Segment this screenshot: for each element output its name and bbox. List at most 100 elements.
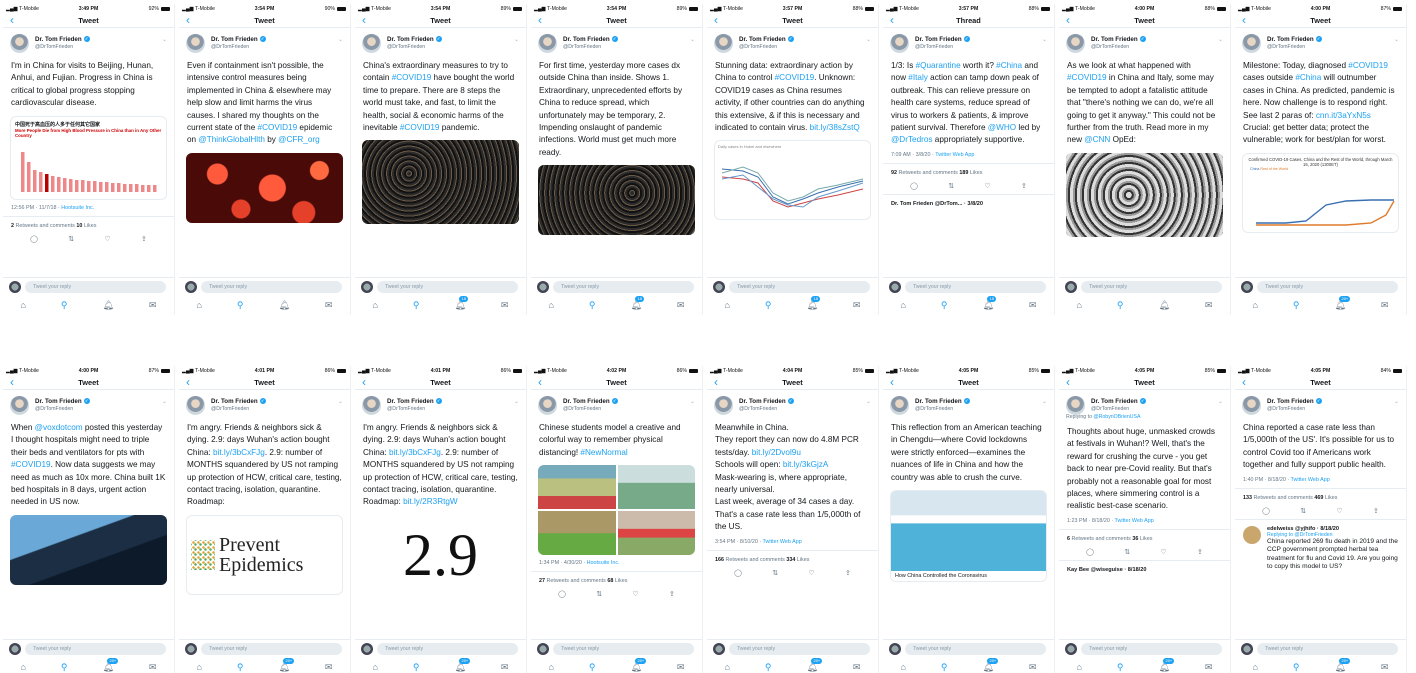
bell-icon[interactable]: 🔔︎ 15 bbox=[982, 295, 996, 311]
tweet-author[interactable]: Dr. Tom Frieden ✓ @DrTomFrieden ⌄ bbox=[179, 390, 350, 418]
like-icon[interactable]: ♡ bbox=[104, 235, 110, 243]
tweet-author[interactable]: Dr. Tom Frieden ✓ @DrTomFrieden ⌄ bbox=[883, 390, 1054, 418]
bell-icon[interactable]: 🔔︎ 20+ bbox=[454, 657, 471, 673]
link[interactable]: #COVID19 bbox=[400, 123, 440, 132]
bell-icon[interactable]: 🔔︎ 20+ bbox=[102, 657, 119, 673]
avatar[interactable] bbox=[10, 396, 29, 415]
chevron-down-icon[interactable]: ⌄ bbox=[690, 36, 695, 43]
like-icon[interactable]: ♡ bbox=[808, 569, 814, 577]
search-icon[interactable]: ⚲ bbox=[61, 662, 68, 673]
avatar[interactable] bbox=[1066, 396, 1085, 415]
share-icon[interactable]: ⇪ bbox=[141, 235, 147, 243]
link[interactable]: @voxdotcom bbox=[35, 423, 83, 432]
mail-icon[interactable]: ✉ bbox=[1029, 662, 1037, 673]
author-name[interactable]: Dr. Tom Frieden ✓ bbox=[1091, 398, 1146, 405]
retweet-icon[interactable]: ⇅ bbox=[68, 235, 74, 243]
tweet-stats[interactable]: 6 Retweets and comments 36 Likes bbox=[1059, 528, 1230, 542]
chevron-down-icon[interactable]: ⌄ bbox=[1218, 36, 1223, 43]
author-name[interactable]: Dr. Tom Frieden ✓ bbox=[915, 36, 970, 43]
home-icon[interactable]: ⌂ bbox=[900, 300, 905, 310]
bell-icon[interactable]: 🔔︎ 20+ bbox=[806, 657, 823, 673]
retweet-icon[interactable]: ⇅ bbox=[596, 590, 602, 598]
source-link[interactable]: Twitter Web App bbox=[1115, 518, 1154, 524]
tweet-author[interactable]: Dr. Tom Frieden ✓ @DrTomFrieden ⌄ bbox=[1235, 28, 1406, 56]
chevron-down-icon[interactable]: ⌄ bbox=[866, 36, 871, 43]
tweet-author[interactable]: Dr. Tom Frieden ✓ @DrTomFrieden ⌄ bbox=[531, 28, 702, 56]
link[interactable]: #China bbox=[1295, 73, 1321, 82]
home-icon[interactable]: ⌂ bbox=[20, 662, 25, 672]
reply-tweet[interactable]: edelweiss @yjhifo · 8/18/20 Replying to … bbox=[1235, 518, 1406, 572]
home-icon[interactable]: ⌂ bbox=[1076, 300, 1081, 310]
mail-icon[interactable]: ✉ bbox=[677, 300, 685, 311]
author-name[interactable]: Dr. Tom Frieden ✓ bbox=[211, 398, 266, 405]
home-icon[interactable]: ⌂ bbox=[724, 662, 729, 672]
avatar[interactable] bbox=[1066, 34, 1085, 53]
search-icon[interactable]: ⚲ bbox=[61, 300, 68, 311]
link[interactable]: #COVID19 bbox=[775, 73, 815, 82]
author-name[interactable]: Dr. Tom Frieden ✓ bbox=[563, 36, 618, 43]
link[interactable]: #COVID19 bbox=[1067, 73, 1107, 82]
source-link[interactable]: Twitter Web App bbox=[1291, 477, 1330, 483]
retweet-icon[interactable]: ⇅ bbox=[1300, 507, 1306, 515]
article-card[interactable]: How China Controlled the Coronavirus bbox=[890, 490, 1047, 583]
author-name[interactable]: Dr. Tom Frieden ✓ bbox=[563, 398, 618, 405]
search-icon[interactable]: ⚲ bbox=[237, 662, 244, 673]
author-name[interactable]: Dr. Tom Frieden ✓ bbox=[739, 36, 794, 43]
reply-input[interactable]: Tweet your reply bbox=[729, 281, 870, 293]
author-name[interactable]: Dr. Tom Frieden ✓ bbox=[387, 398, 442, 405]
home-icon[interactable]: ⌂ bbox=[548, 662, 553, 672]
avatar[interactable] bbox=[1242, 34, 1261, 53]
retweet-icon[interactable]: ⇅ bbox=[1124, 548, 1130, 556]
reply-input[interactable]: Tweet your reply bbox=[905, 643, 1046, 655]
reply-icon[interactable]: ◯ bbox=[1086, 548, 1094, 556]
author-name[interactable]: Dr. Tom Frieden ✓ bbox=[915, 398, 970, 405]
tweet-stats[interactable]: 2 Retweets and comments 10 Likes bbox=[3, 215, 174, 229]
chevron-down-icon[interactable]: ⌄ bbox=[1218, 398, 1223, 405]
bell-icon[interactable]: 🔔︎ 20+ bbox=[1334, 657, 1351, 673]
avatar[interactable] bbox=[890, 396, 909, 415]
tweet-author[interactable]: Dr. Tom Frieden ✓ @DrTomFrieden ⌄ bbox=[1059, 28, 1230, 56]
link[interactable]: #COVID19 bbox=[1348, 61, 1388, 70]
search-icon[interactable]: ⚲ bbox=[413, 300, 420, 311]
avatar[interactable] bbox=[890, 34, 909, 53]
link[interactable]: #Quarantine bbox=[916, 61, 961, 70]
mail-icon[interactable]: ✉ bbox=[1381, 662, 1389, 673]
tweet-author[interactable]: Dr. Tom Frieden ✓ @DrTomFrieden ⌄ bbox=[1059, 390, 1230, 418]
reply-input[interactable]: Tweet your reply bbox=[1257, 281, 1398, 293]
search-icon[interactable]: ⚲ bbox=[589, 300, 596, 311]
avatar[interactable] bbox=[186, 396, 205, 415]
bell-icon[interactable]: 🔔︎ 20+ bbox=[630, 657, 647, 673]
chevron-down-icon[interactable]: ⌄ bbox=[866, 398, 871, 405]
reply-input[interactable]: Tweet your reply bbox=[729, 643, 870, 655]
chevron-down-icon[interactable]: ⌄ bbox=[162, 398, 167, 405]
author-name[interactable]: Dr. Tom Frieden ✓ bbox=[739, 398, 794, 405]
source-link[interactable]: Twitter Web App bbox=[763, 539, 802, 545]
avatar[interactable] bbox=[714, 34, 733, 53]
mail-icon[interactable]: ✉ bbox=[1205, 662, 1213, 673]
tweet-author[interactable]: Dr. Tom Frieden ✓ @DrTomFrieden ⌄ bbox=[3, 390, 174, 418]
reply-input[interactable]: Tweet your reply bbox=[1257, 643, 1398, 655]
reply-input[interactable]: Tweet your reply bbox=[25, 281, 166, 293]
next-tweet-header[interactable]: Kay Bee @wiseguise · 8/18/20 bbox=[1059, 559, 1230, 579]
search-icon[interactable]: ⚲ bbox=[413, 662, 420, 673]
home-icon[interactable]: ⌂ bbox=[20, 300, 25, 310]
avatar[interactable] bbox=[538, 34, 557, 53]
link[interactable]: #China bbox=[996, 61, 1022, 70]
home-icon[interactable]: ⌂ bbox=[196, 662, 201, 672]
mail-icon[interactable]: ✉ bbox=[149, 300, 157, 311]
mail-icon[interactable]: ✉ bbox=[1381, 300, 1389, 311]
avatar[interactable] bbox=[362, 396, 381, 415]
link-card[interactable]: 2.9 bbox=[362, 514, 519, 595]
home-icon[interactable]: ⌂ bbox=[1252, 300, 1257, 310]
home-icon[interactable]: ⌂ bbox=[548, 300, 553, 310]
share-icon[interactable]: ⇪ bbox=[1197, 548, 1203, 556]
reply-input[interactable]: Tweet your reply bbox=[1081, 281, 1222, 293]
reply-icon[interactable]: ◯ bbox=[30, 235, 38, 243]
bell-icon[interactable]: 🔔︎ bbox=[1158, 300, 1169, 311]
chevron-down-icon[interactable]: ⌄ bbox=[690, 398, 695, 405]
link[interactable]: #COVID19 bbox=[258, 123, 298, 132]
bell-icon[interactable]: 🔔︎ bbox=[278, 300, 289, 311]
home-icon[interactable]: ⌂ bbox=[372, 300, 377, 310]
tweet-stats[interactable]: 92 Retweets and comments 189 Likes bbox=[883, 162, 1054, 176]
avatar[interactable] bbox=[186, 34, 205, 53]
